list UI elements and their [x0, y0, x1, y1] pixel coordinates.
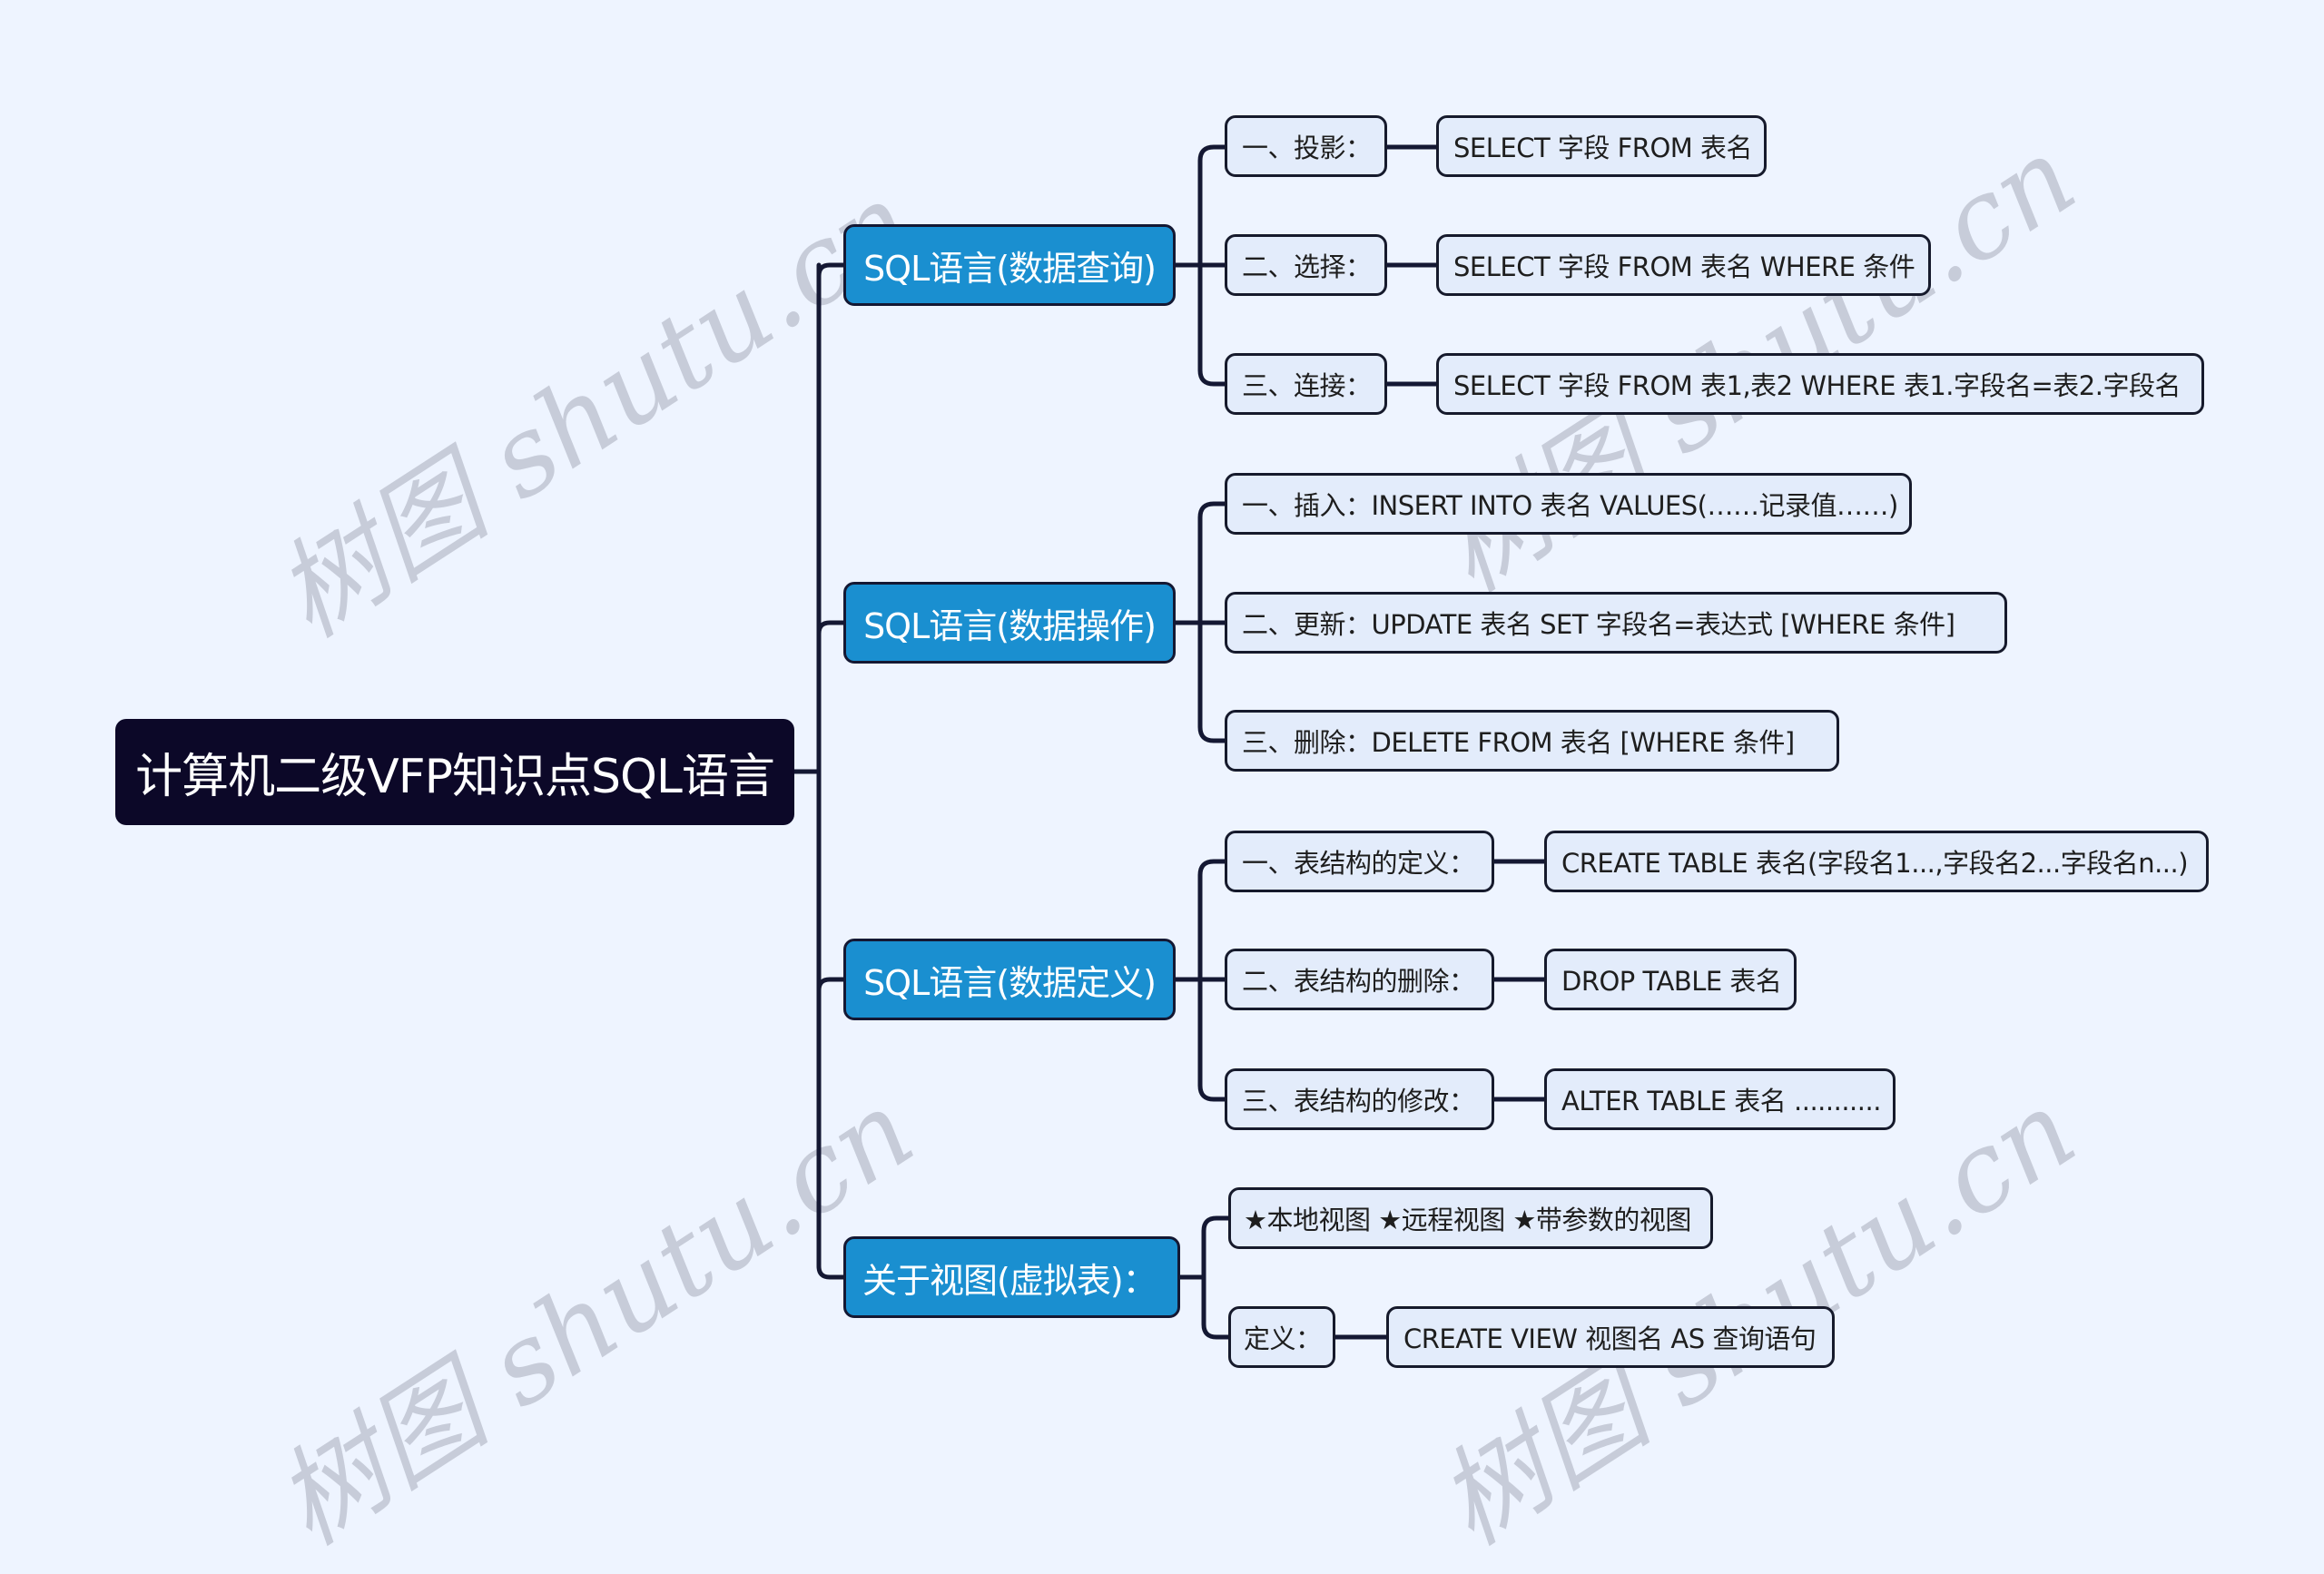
topic-label: DROP TABLE 表名 — [1561, 966, 1782, 997]
root-node[interactable]: 计算机二级VFP知识点SQL语言 — [115, 719, 794, 825]
topic-label: SELECT 字段 FROM 表1,表2 WHERE 表1.字段名=表2.字段名 — [1453, 370, 2181, 401]
root-label: 计算机二级VFP知识点SQL语言 — [135, 750, 775, 804]
topic-label: 一、插入：INSERT INTO 表名 VALUES(……记录值……) — [1242, 490, 1898, 521]
topic-table-define[interactable]: 一、表结构的定义： — [1225, 831, 1494, 892]
topic-label: 一、投影： — [1242, 133, 1372, 163]
topic-label: 一、表结构的定义： — [1242, 848, 1475, 879]
connector-branch-2 — [816, 620, 846, 636]
topic-join-detail[interactable]: SELECT 字段 FROM 表1,表2 WHERE 表1.字段名=表2.字段名 — [1436, 353, 2204, 415]
connector-branch-3 — [816, 977, 846, 993]
topic-delete[interactable]: 三、删除：DELETE FROM 表名 [WHERE 条件] — [1225, 710, 1839, 772]
connector-b4-spine — [1201, 1215, 1231, 1340]
topic-selection[interactable]: 二、选择： — [1225, 234, 1387, 296]
branch-node-data-definition[interactable]: SQL语言(数据定义) — [843, 939, 1176, 1020]
topic-label: ALTER TABLE 表名 ........... — [1561, 1086, 1881, 1117]
topic-label: ★本地视图 ★远程视图 ★带参数的视图 — [1244, 1205, 1691, 1235]
topic-label: CREATE VIEW 视图名 AS 查询语句 — [1403, 1323, 1817, 1354]
topic-selection-detail[interactable]: SELECT 字段 FROM 表名 WHERE 条件 — [1436, 234, 1931, 296]
topic-label: 二、选择： — [1242, 251, 1372, 282]
branch-label: SQL语言(数据查询) — [863, 248, 1157, 289]
topic-join[interactable]: 三、连接： — [1225, 353, 1387, 415]
topic-label: SELECT 字段 FROM 表名 — [1453, 133, 1753, 163]
topic-table-drop[interactable]: 二、表结构的删除： — [1225, 949, 1494, 1010]
branch-node-data-manipulation[interactable]: SQL语言(数据操作) — [843, 582, 1176, 664]
topic-projection[interactable]: 一、投影： — [1225, 115, 1387, 177]
topic-label: 三、表结构的修改： — [1242, 1086, 1475, 1117]
topic-label: 三、连接： — [1242, 370, 1372, 401]
branch-label: 关于视图(虚拟表)： — [862, 1260, 1157, 1301]
topic-view-types[interactable]: ★本地视图 ★远程视图 ★带参数的视图 — [1228, 1187, 1713, 1249]
topic-view-definition[interactable]: 定义： — [1228, 1306, 1335, 1368]
topic-projection-detail[interactable]: SELECT 字段 FROM 表名 — [1436, 115, 1767, 177]
branch-label: SQL语言(数据定义) — [863, 962, 1157, 1003]
topic-label: CREATE TABLE 表名(字段名1...,字段名2...字段名n...) — [1561, 848, 2189, 879]
topic-table-define-detail[interactable]: CREATE TABLE 表名(字段名1...,字段名2...字段名n...) — [1544, 831, 2209, 892]
connector-branch-1 — [816, 262, 846, 279]
connector-branch-4 — [816, 1264, 846, 1280]
topic-label: 二、表结构的删除： — [1242, 966, 1475, 997]
branch-node-data-query[interactable]: SQL语言(数据查询) — [843, 224, 1176, 306]
topic-label: 二、更新：UPDATE 表名 SET 字段名=表达式 [WHERE 条件] — [1242, 609, 1955, 640]
topic-label: 三、删除：DELETE FROM 表名 [WHERE 条件] — [1242, 727, 1795, 758]
topic-label: 定义： — [1244, 1323, 1322, 1354]
branch-node-views[interactable]: 关于视图(虚拟表)： — [843, 1236, 1180, 1318]
topic-table-alter-detail[interactable]: ALTER TABLE 表名 ........... — [1544, 1068, 1896, 1130]
topic-insert[interactable]: 一、插入：INSERT INTO 表名 VALUES(……记录值……) — [1225, 473, 1912, 535]
mindmap-canvas: 树图 shutu.cn 树图 shutu.cn 树图 shutu.cn 树图 s… — [0, 0, 2324, 1569]
topic-table-alter[interactable]: 三、表结构的修改： — [1225, 1068, 1494, 1130]
topic-update[interactable]: 二、更新：UPDATE 表名 SET 字段名=表达式 [WHERE 条件] — [1225, 592, 2007, 654]
topic-view-definition-detail[interactable]: CREATE VIEW 视图名 AS 查询语句 — [1386, 1306, 1835, 1368]
branch-label: SQL语言(数据操作) — [863, 605, 1157, 646]
topic-label: SELECT 字段 FROM 表名 WHERE 条件 — [1453, 251, 1915, 282]
topic-table-drop-detail[interactable]: DROP TABLE 表名 — [1544, 949, 1797, 1010]
